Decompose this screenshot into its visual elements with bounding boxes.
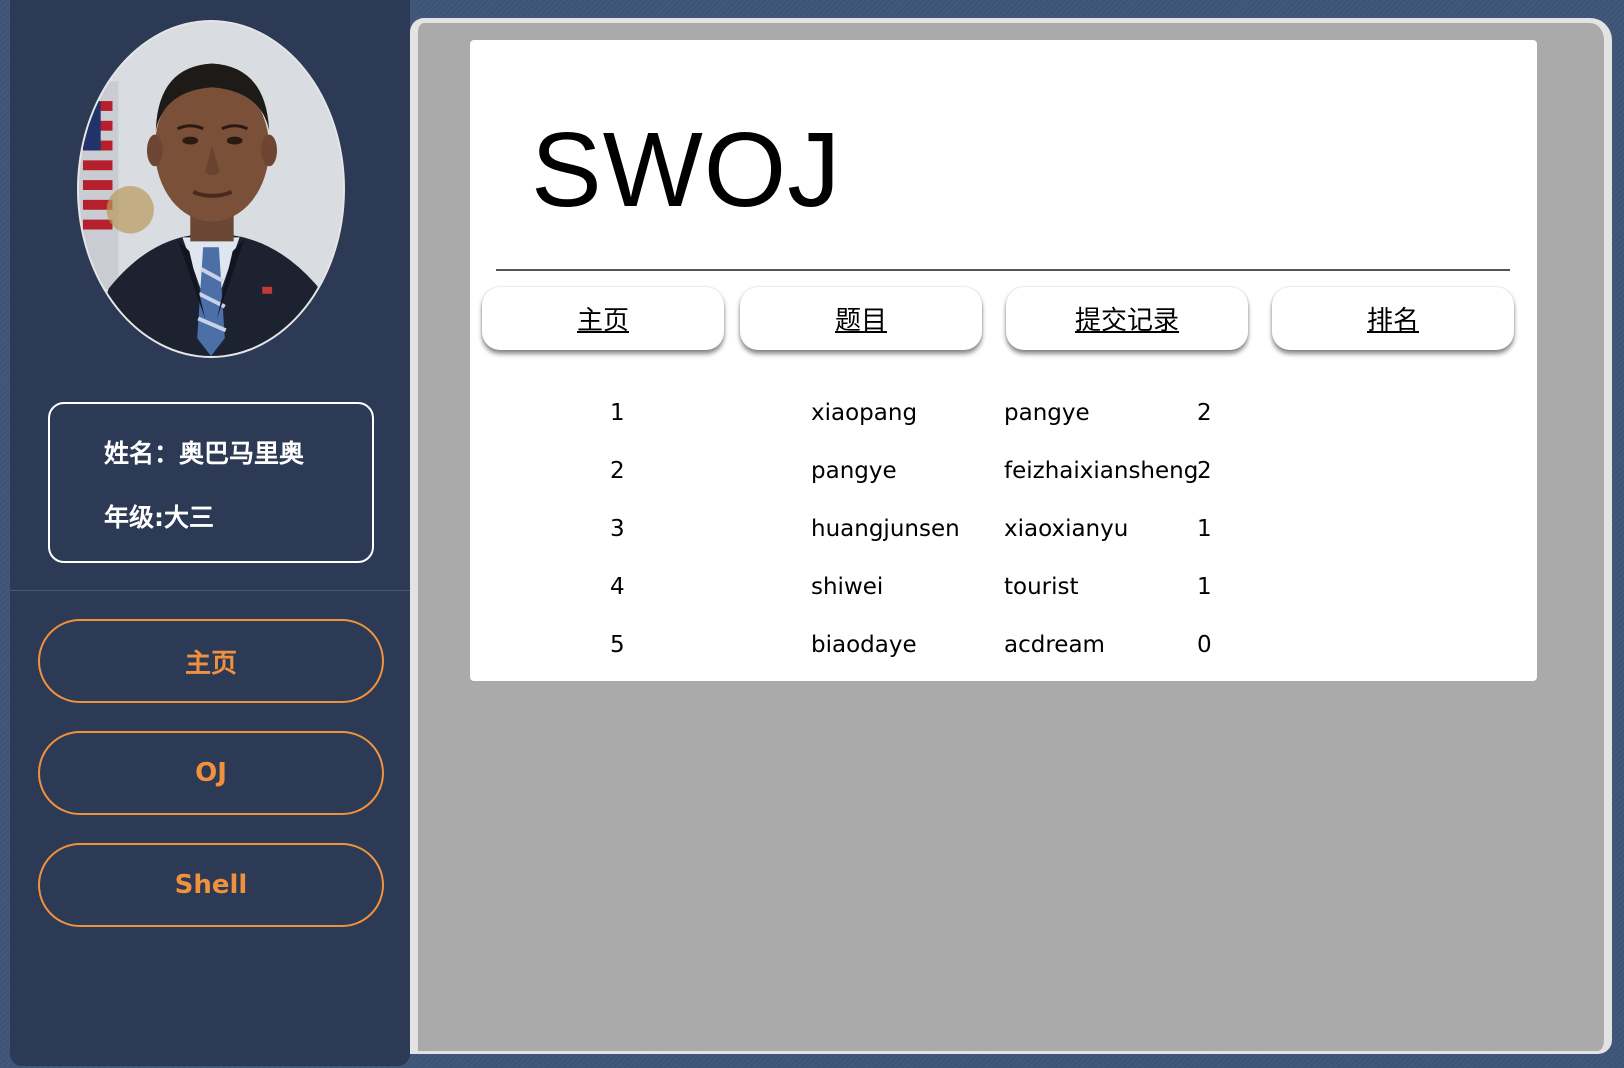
sidebar-button-shell[interactable]: Shell xyxy=(38,843,384,927)
rank-cell: 1 xyxy=(610,400,625,426)
second-cell: acdream xyxy=(1004,632,1105,658)
tab-home[interactable]: 主页 xyxy=(482,287,724,350)
count-cell: 0 xyxy=(1197,632,1212,658)
sidebar-button-home[interactable]: 主页 xyxy=(38,619,384,703)
tab-submissions[interactable]: 提交记录 xyxy=(1006,287,1248,350)
content-card: SWOJ 主页 题目 提交记录 排名 1 xiaopang pangye 2 2… xyxy=(470,40,1537,681)
rank-cell: 2 xyxy=(610,458,625,484)
second-cell: pangye xyxy=(1004,400,1090,426)
table-row: 2 pangye feizhaixiansheng 2 xyxy=(470,458,1537,498)
table-row: 4 shiwei tourist 1 xyxy=(470,574,1537,614)
second-cell: xiaoxianyu xyxy=(1004,516,1129,542)
rank-cell: 5 xyxy=(610,632,625,658)
sidebar-divider xyxy=(10,590,410,591)
rank-cell: 4 xyxy=(610,574,625,600)
table-row: 5 biaodaye acdream 0 xyxy=(470,632,1537,672)
avatar xyxy=(77,20,345,358)
rank-cell: 3 xyxy=(610,516,625,542)
profile-card: 姓名：奥巴马里奥 年级:大三 xyxy=(48,402,374,563)
count-cell: 1 xyxy=(1197,516,1212,542)
tab-ranking[interactable]: 排名 xyxy=(1272,287,1514,350)
portrait-image xyxy=(79,22,343,356)
user-cell: huangjunsen xyxy=(811,516,960,542)
title-divider xyxy=(496,269,1510,271)
sidebar-button-oj[interactable]: OJ xyxy=(38,731,384,815)
count-cell: 2 xyxy=(1197,400,1212,426)
user-cell: shiwei xyxy=(811,574,884,600)
table-row: 3 huangjunsen xiaoxianyu 1 xyxy=(470,516,1537,556)
sidebar: 姓名：奥巴马里奥 年级:大三 主页 OJ Shell xyxy=(10,0,410,1066)
user-cell: biaodaye xyxy=(811,632,917,658)
table-row: 1 xiaopang pangye 2 xyxy=(470,400,1537,440)
user-cell: pangye xyxy=(811,458,897,484)
user-cell: xiaopang xyxy=(811,400,918,426)
count-cell: 1 xyxy=(1197,574,1212,600)
tab-problems[interactable]: 题目 xyxy=(740,287,982,350)
profile-name: 姓名：奥巴马里奥 xyxy=(104,439,305,468)
second-cell: tourist xyxy=(1004,574,1079,600)
profile-grade: 年级:大三 xyxy=(104,503,214,532)
count-cell: 2 xyxy=(1197,458,1212,484)
site-title: SWOJ xyxy=(531,111,842,229)
second-cell: feizhaixiansheng xyxy=(1004,458,1199,484)
